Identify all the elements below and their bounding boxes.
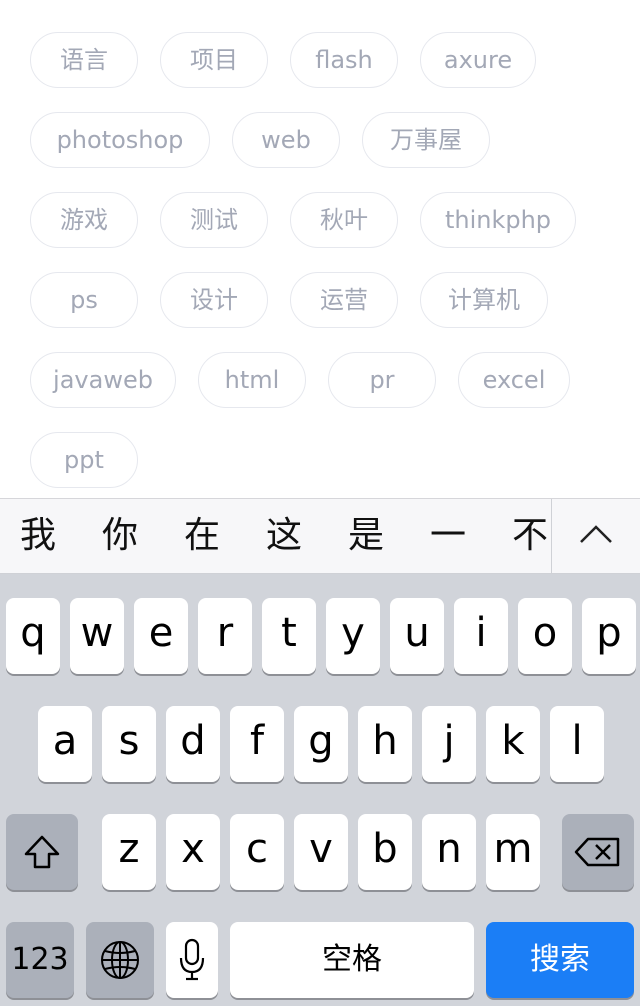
tag-chip[interactable]: axure — [420, 32, 536, 88]
tag-chip[interactable]: 秋叶 — [290, 192, 398, 248]
key-m[interactable]: m — [486, 814, 540, 890]
key-i[interactable]: i — [454, 598, 508, 674]
tag-chip[interactable]: 运营 — [290, 272, 398, 328]
key-a[interactable]: a — [38, 706, 92, 782]
tag-chip[interactable]: excel — [458, 352, 570, 408]
key-s[interactable]: s — [102, 706, 156, 782]
candidate-word[interactable]: 一 — [430, 499, 466, 573]
key-l[interactable]: l — [550, 706, 604, 782]
tag-chip[interactable]: ppt — [30, 432, 138, 488]
tag-chip[interactable]: 万事屋 — [362, 112, 490, 168]
key-p[interactable]: p — [582, 598, 636, 674]
collapse-candidates-button[interactable] — [551, 499, 640, 573]
key-r[interactable]: r — [198, 598, 252, 674]
tag-chip[interactable]: thinkphp — [420, 192, 576, 248]
dictation-key[interactable] — [166, 922, 218, 998]
tag-chip[interactable]: 测试 — [160, 192, 268, 248]
tag-chip[interactable]: pr — [328, 352, 436, 408]
candidate-bar: 我 你 在 这 是 一 不 — [0, 498, 640, 574]
candidate-word[interactable]: 是 — [348, 499, 384, 573]
globe-key[interactable] — [86, 922, 154, 998]
key-w[interactable]: w — [70, 598, 124, 674]
key-g[interactable]: g — [294, 706, 348, 782]
candidate-word[interactable]: 我 — [20, 499, 56, 573]
tag-chip[interactable]: 计算机 — [420, 272, 548, 328]
candidate-word[interactable]: 在 — [184, 499, 220, 573]
key-o[interactable]: o — [518, 598, 572, 674]
tag-cloud: 语言 项目 flash axure photoshop web 万事屋 游戏 测… — [0, 0, 640, 498]
candidate-word[interactable]: 不 — [512, 499, 548, 573]
tag-chip[interactable]: 项目 — [160, 32, 268, 88]
tag-chip[interactable]: html — [198, 352, 306, 408]
key-h[interactable]: h — [358, 706, 412, 782]
key-y[interactable]: y — [326, 598, 380, 674]
key-k[interactable]: k — [486, 706, 540, 782]
key-q[interactable]: q — [6, 598, 60, 674]
shift-key[interactable] — [6, 814, 78, 890]
numbers-key[interactable]: 123 — [6, 922, 74, 998]
key-f[interactable]: f — [230, 706, 284, 782]
delete-key[interactable] — [562, 814, 634, 890]
tag-chip[interactable]: web — [232, 112, 340, 168]
search-key[interactable]: 搜索 — [486, 922, 634, 998]
key-u[interactable]: u — [390, 598, 444, 674]
key-e[interactable]: e — [134, 598, 188, 674]
chevron-up-icon — [552, 499, 640, 545]
candidate-word[interactable]: 这 — [266, 499, 302, 573]
backspace-icon — [562, 814, 634, 868]
keyboard: q w e r t y u i o p a s d f g h j k l z … — [0, 574, 640, 1006]
space-key[interactable]: 空格 — [230, 922, 474, 998]
key-d[interactable]: d — [166, 706, 220, 782]
key-x[interactable]: x — [166, 814, 220, 890]
tag-chip[interactable]: flash — [290, 32, 398, 88]
key-z[interactable]: z — [102, 814, 156, 890]
key-n[interactable]: n — [422, 814, 476, 890]
key-t[interactable]: t — [262, 598, 316, 674]
key-j[interactable]: j — [422, 706, 476, 782]
tag-chip[interactable]: photoshop — [30, 112, 210, 168]
tag-chip[interactable]: javaweb — [30, 352, 176, 408]
candidate-word[interactable]: 你 — [102, 499, 138, 573]
key-b[interactable]: b — [358, 814, 412, 890]
tag-chip[interactable]: 游戏 — [30, 192, 138, 248]
tag-chip[interactable]: 语言 — [30, 32, 138, 88]
shift-icon — [6, 814, 78, 870]
tag-chip[interactable]: ps — [30, 272, 138, 328]
key-c[interactable]: c — [230, 814, 284, 890]
tag-chip[interactable]: 设计 — [160, 272, 268, 328]
microphone-icon — [166, 922, 218, 982]
globe-icon — [86, 922, 154, 980]
key-v[interactable]: v — [294, 814, 348, 890]
